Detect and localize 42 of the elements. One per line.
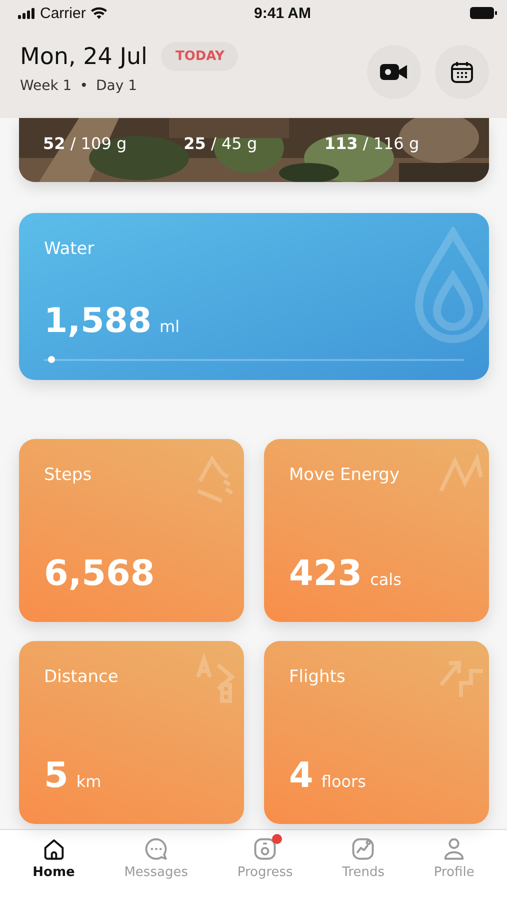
metric-title: Steps (44, 465, 92, 485)
metric-title: Move Energy (289, 465, 400, 485)
wifi-icon (90, 7, 107, 19)
carrier-name: Carrier (40, 4, 86, 22)
week-label: Week 1 (20, 78, 72, 94)
status-time: 9:41 AM (254, 4, 311, 22)
water-title: Water (44, 239, 94, 259)
metric-unit: cals (370, 570, 402, 589)
date-title: Mon, 24 Jul (20, 44, 148, 70)
today-badge: TODAY (161, 42, 238, 71)
progress-icon (252, 836, 278, 862)
messages-icon (143, 836, 170, 862)
water-value: 1,588 (44, 301, 152, 341)
water-unit: ml (160, 317, 180, 336)
metric-card[interactable]: Flights 4 floors (264, 641, 489, 824)
trends-icon (350, 836, 376, 862)
metric-unit: floors (321, 772, 366, 791)
tab-item[interactable]: Messages (120, 836, 192, 890)
metric-card[interactable]: Move Energy 423 cals (264, 439, 489, 622)
metric-title: Flights (289, 667, 346, 687)
metric-value: 4 (289, 756, 314, 796)
metric-card[interactable]: Distance 5 km (19, 641, 244, 824)
metric-value: 6,568 (44, 554, 155, 594)
tab-item[interactable]: Progress (233, 836, 297, 890)
metric-card[interactable]: Steps 6,568 (19, 439, 244, 622)
signal-icon (18, 8, 35, 18)
tab-item[interactable]: Profile (430, 836, 478, 890)
macro-value: 52 / 109 g (43, 134, 128, 153)
video-camera-icon (380, 62, 408, 82)
metric-title: Distance (44, 667, 118, 687)
water-card[interactable]: Water 1,588 ml (19, 213, 489, 380)
macro-value: 25 / 45 g (184, 134, 258, 153)
separator-dot: • (80, 78, 88, 94)
battery-icon (467, 7, 497, 19)
calendar-icon (450, 60, 474, 84)
metric-value: 5 (44, 756, 68, 796)
day-label: Day 1 (96, 78, 137, 94)
tab-item[interactable]: Trends (338, 836, 389, 890)
metric-value: 423 (289, 554, 362, 594)
macro-value: 113 / 116 g (324, 134, 420, 153)
metric-unit: km (76, 772, 102, 791)
tab-item[interactable]: Home (28, 836, 79, 890)
